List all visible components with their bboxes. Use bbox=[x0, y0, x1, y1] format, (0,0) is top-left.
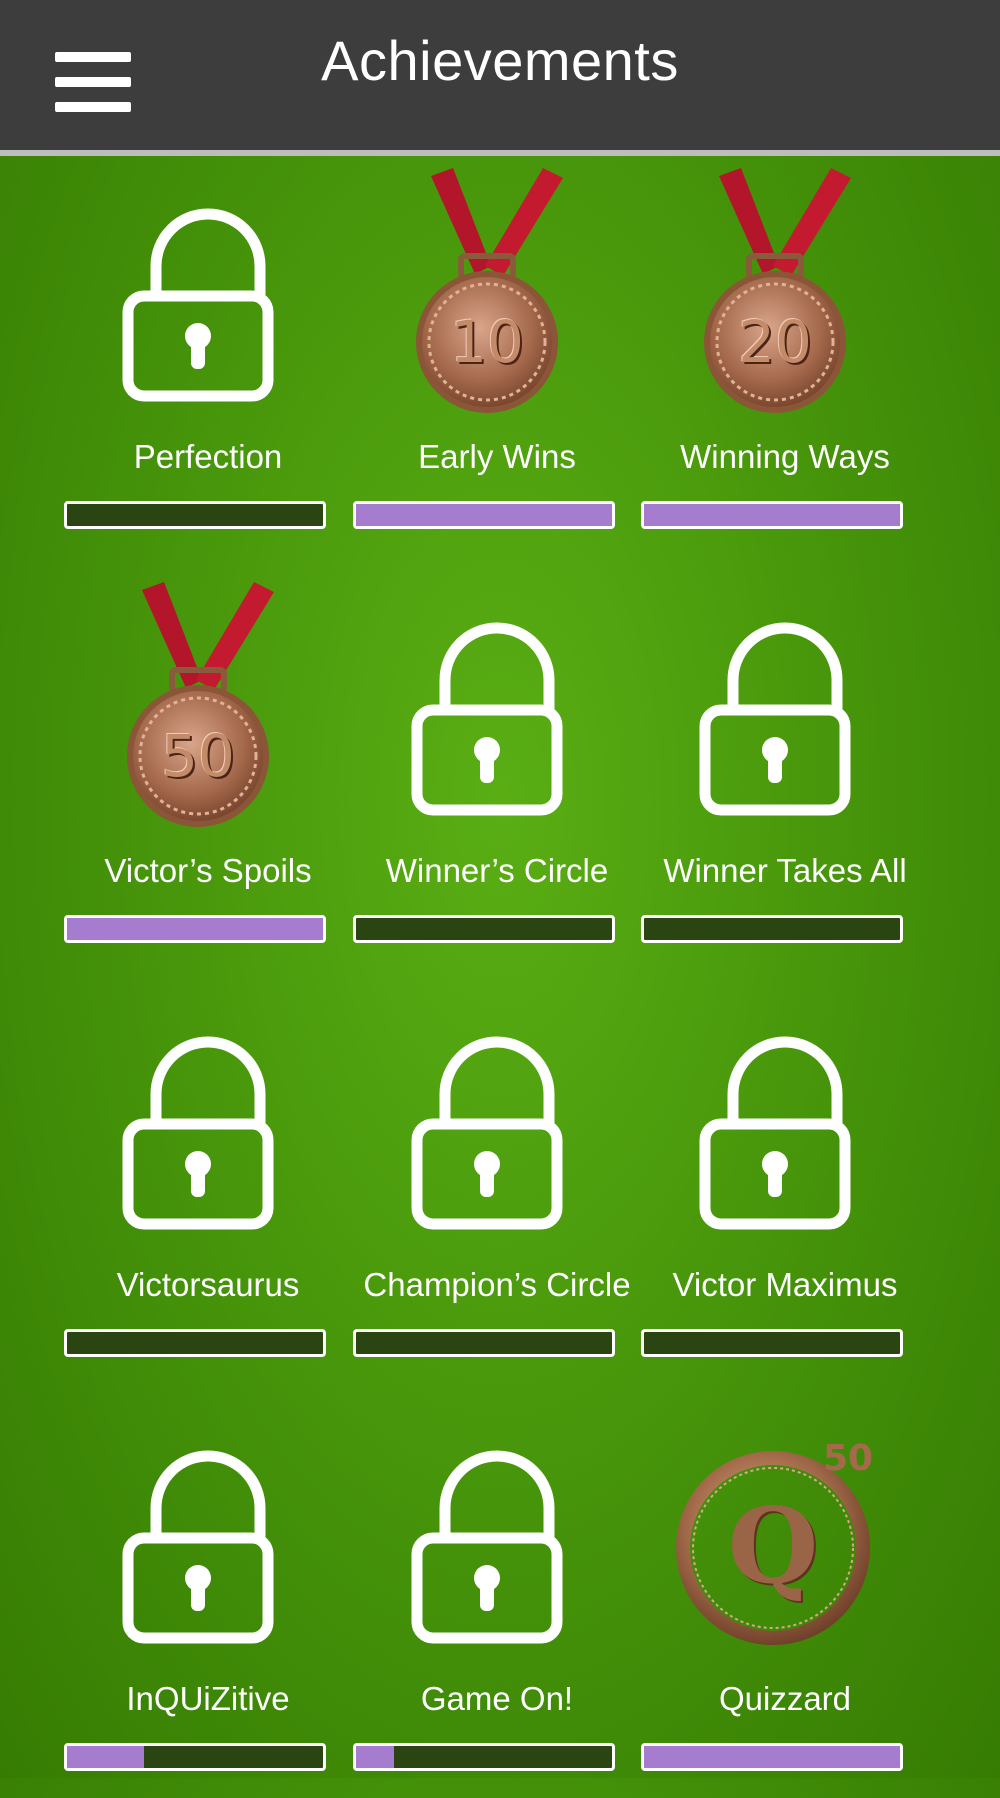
progress-bar bbox=[64, 1329, 326, 1357]
medal-number: 50 bbox=[161, 722, 235, 790]
achievements-grid: Perfection 10 Early Wins 20 Winning Ways 50 Vi… bbox=[0, 156, 1000, 1778]
lock-icon bbox=[64, 984, 352, 1254]
medal-number: 10 bbox=[450, 308, 524, 376]
progress-bar bbox=[641, 1743, 903, 1771]
lock-icon bbox=[353, 984, 641, 1254]
achievement-label: Victor’s Spoils bbox=[104, 852, 312, 889]
achievement-item[interactable]: Winner Takes All bbox=[641, 570, 929, 970]
achievement-label: Early Wins bbox=[418, 438, 576, 475]
bronze-medal-20-icon: 20 bbox=[641, 156, 929, 426]
bronze-medal-50-icon: 50 bbox=[64, 570, 352, 840]
progress-bar bbox=[353, 915, 615, 943]
progress-bar bbox=[353, 1743, 615, 1771]
achievement-item[interactable]: Victor Maximus bbox=[641, 984, 929, 1384]
progress-bar bbox=[64, 501, 326, 529]
lock-icon bbox=[641, 984, 929, 1254]
achievement-item[interactable]: 10 Early Wins bbox=[353, 156, 641, 556]
progress-fill bbox=[644, 504, 900, 526]
progress-bar bbox=[641, 915, 903, 943]
achievement-item[interactable]: Victorsaurus bbox=[64, 984, 352, 1384]
achievement-item[interactable]: Game On! bbox=[353, 1398, 641, 1798]
progress-fill bbox=[67, 1746, 144, 1768]
progress-bar bbox=[641, 1329, 903, 1357]
progress-bar bbox=[641, 501, 903, 529]
achievement-item[interactable]: InQUiZitive bbox=[64, 1398, 352, 1798]
achievement-label: Game On! bbox=[420, 1680, 574, 1717]
badge-letter: Q bbox=[727, 1484, 819, 1607]
lock-icon bbox=[641, 570, 929, 840]
achievement-item[interactable]: Perfection bbox=[64, 156, 352, 556]
achievement-label: Victor Maximus bbox=[672, 1266, 898, 1303]
progress-fill bbox=[356, 504, 612, 526]
lock-icon bbox=[353, 570, 641, 840]
badge-superscript: 50 bbox=[823, 1438, 874, 1479]
lock-icon bbox=[64, 156, 352, 426]
achievement-label: Champion’s Circle bbox=[363, 1266, 631, 1303]
progress-bar bbox=[353, 1329, 615, 1357]
progress-fill bbox=[644, 1746, 900, 1768]
achievement-item[interactable]: 50 Victor’s Spoils bbox=[64, 570, 352, 970]
achievement-label: Winner’s Circle bbox=[385, 852, 609, 889]
medal-number: 20 bbox=[738, 308, 812, 376]
progress-bar bbox=[64, 915, 326, 943]
achievement-label: Perfection bbox=[133, 438, 283, 475]
lock-icon bbox=[353, 1398, 641, 1668]
progress-fill bbox=[356, 1746, 395, 1768]
progress-bar bbox=[64, 1743, 326, 1771]
app-header: Achievements bbox=[0, 0, 1000, 156]
achievement-item[interactable]: Winner’s Circle bbox=[353, 570, 641, 970]
quizzard-q-50-badge-icon: Q 50 bbox=[641, 1398, 929, 1668]
lock-icon bbox=[64, 1398, 352, 1668]
achievement-item[interactable]: Champion’s Circle bbox=[353, 984, 641, 1384]
achievement-label: Winner Takes All bbox=[663, 852, 907, 889]
progress-bar bbox=[353, 501, 615, 529]
achievement-label: Quizzard bbox=[718, 1680, 852, 1717]
achievement-label: Victorsaurus bbox=[116, 1266, 300, 1303]
achievement-label: Winning Ways bbox=[680, 438, 890, 475]
progress-fill bbox=[67, 918, 323, 940]
bronze-medal-10-icon: 10 bbox=[353, 156, 641, 426]
achievement-item[interactable]: 20 Winning Ways bbox=[641, 156, 929, 556]
achievement-label: InQUiZitive bbox=[126, 1680, 290, 1717]
achievement-item[interactable]: Q 50 Quizzard bbox=[641, 1398, 929, 1798]
page-title: Achievements bbox=[321, 29, 679, 92]
